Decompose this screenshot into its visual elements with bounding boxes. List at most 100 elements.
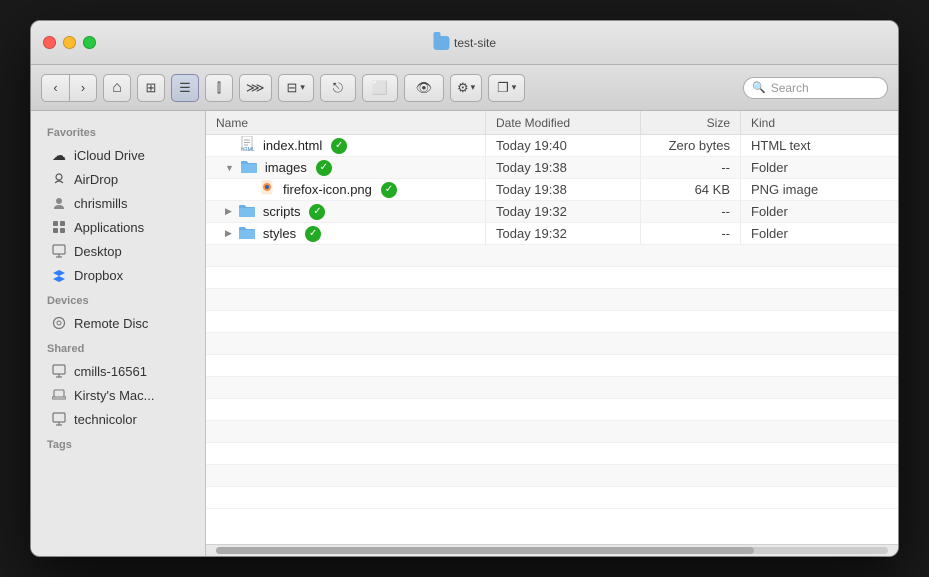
file-row-firefox-icon[interactable]: firefox-icon.png ✓ Today 19:38 64 KB PNG…	[206, 179, 898, 201]
search-icon: 🔍	[752, 81, 766, 94]
badge-button[interactable]: ⬜	[362, 74, 398, 102]
file-size-images: --	[641, 157, 741, 178]
server-icon	[51, 411, 67, 427]
file-row-empty-12	[206, 487, 898, 509]
file-row-empty-5	[206, 333, 898, 355]
search-placeholder: Search	[771, 81, 809, 95]
scrollbar-track	[216, 547, 888, 554]
file-row-empty-6	[206, 355, 898, 377]
file-date-index-html: Today 19:40	[486, 135, 641, 156]
sidebar-item-dropbox[interactable]: Dropbox	[35, 263, 201, 287]
tag-icon: ⬜	[372, 80, 388, 96]
status-ok-images: ✓	[316, 160, 332, 176]
home-button[interactable]: ⌂	[103, 74, 131, 102]
file-date-styles: Today 19:32	[486, 223, 641, 244]
main-area: Favorites ☁ iCloud Drive AirDrop	[31, 111, 898, 556]
search-box[interactable]: 🔍 Search	[743, 77, 888, 99]
file-name-text-index-html: index.html	[263, 138, 322, 153]
sidebar-item-applications[interactable]: Applications	[35, 215, 201, 239]
finder-window: test-site ‹ › ⌂ ⊞ ☰ ⫿ ⋙ ⊟ ▾	[30, 20, 899, 557]
action-button[interactable]: ⎋	[320, 74, 356, 102]
window-title-text: test-site	[454, 36, 496, 50]
view-column-button[interactable]: ⫿	[205, 74, 233, 102]
macbook-icon	[51, 387, 67, 403]
upload-icon: ⎋	[333, 80, 343, 96]
title-folder-icon	[433, 36, 449, 50]
home-icon: ⌂	[112, 79, 122, 97]
monitor-icon	[51, 363, 67, 379]
sidebar-item-technicolor[interactable]: technicolor	[35, 407, 201, 431]
back-icon: ‹	[53, 80, 57, 95]
file-row-empty-4	[206, 311, 898, 333]
file-list: HTML index.html ✓ Today 19:40 Zero bytes…	[206, 135, 898, 544]
file-row-empty-7	[206, 377, 898, 399]
file-name-styles: ▶ styles ✓	[206, 223, 486, 244]
file-name-text-images: images	[265, 160, 307, 175]
file-row-empty-3	[206, 289, 898, 311]
sidebar-icloud-label: iCloud Drive	[74, 148, 145, 163]
gear-chevron: ▾	[471, 82, 476, 93]
file-kind-styles: Folder	[741, 223, 898, 244]
view-list-button[interactable]: ☰	[171, 74, 199, 102]
coverflow-view-icon: ⋙	[246, 80, 265, 96]
sidebar-item-chrismills[interactable]: chrismills	[35, 191, 201, 215]
file-row-styles[interactable]: ▶ styles ✓ Today 19:32	[206, 223, 898, 245]
arrange-chevron: ▾	[300, 82, 305, 93]
maximize-button[interactable]	[83, 36, 96, 49]
file-row-images[interactable]: ▼ images ✓ Today 19:38	[206, 157, 898, 179]
file-size-firefox: 64 KB	[641, 179, 741, 200]
col-header-date[interactable]: Date Modified	[486, 111, 641, 134]
sidebar-technicolor-label: technicolor	[74, 412, 137, 427]
status-ok-styles: ✓	[305, 226, 321, 242]
view-icon-button[interactable]: ⊞	[137, 74, 165, 102]
file-row-empty-10	[206, 443, 898, 465]
arrange-button[interactable]: ⊟ ▾	[278, 74, 314, 102]
disclosure-images: ▼	[225, 163, 234, 173]
sidebar-applications-label: Applications	[74, 220, 144, 235]
sidebar-item-icloud[interactable]: ☁ iCloud Drive	[35, 143, 201, 167]
sidebar-item-airdrop[interactable]: AirDrop	[35, 167, 201, 191]
file-name-images: ▼ images ✓	[206, 157, 486, 178]
eye-button[interactable]: 👁	[404, 74, 444, 102]
sidebar-remotedisc-label: Remote Disc	[74, 316, 148, 331]
file-row-empty-11	[206, 465, 898, 487]
col-header-kind[interactable]: Kind	[741, 111, 898, 134]
sidebar-item-remotedisc[interactable]: Remote Disc	[35, 311, 201, 335]
file-pane: Name Date Modified Size Kind	[206, 111, 898, 556]
file-name-text-scripts: scripts	[263, 204, 301, 219]
col-header-size[interactable]: Size	[641, 111, 741, 134]
minimize-button[interactable]	[63, 36, 76, 49]
window-title: test-site	[433, 36, 496, 50]
user-icon	[51, 195, 67, 211]
view-coverflow-button[interactable]: ⋙	[239, 74, 272, 102]
sidebar-item-kirstysmac[interactable]: Kirsty's Mac...	[35, 383, 201, 407]
icloud-icon: ☁	[51, 147, 67, 163]
sidebar: Favorites ☁ iCloud Drive AirDrop	[31, 111, 206, 556]
file-kind-firefox: PNG image	[741, 179, 898, 200]
file-row-scripts[interactable]: ▶ scripts ✓ Today 19:32	[206, 201, 898, 223]
sidebar-chrismills-label: chrismills	[74, 196, 127, 211]
col-header-name[interactable]: Name	[206, 111, 486, 134]
back-button[interactable]: ‹	[41, 74, 69, 102]
scrollbar-thumb[interactable]	[216, 547, 754, 554]
disc-icon	[51, 315, 67, 331]
disclosure-styles: ▶	[225, 228, 232, 239]
sidebar-desktop-label: Desktop	[74, 244, 122, 259]
file-name-firefox-icon: firefox-icon.png ✓	[206, 179, 486, 200]
file-size-styles: --	[641, 223, 741, 244]
sidebar-airdrop-label: AirDrop	[74, 172, 118, 187]
favorites-label: Favorites	[31, 119, 205, 143]
forward-button[interactable]: ›	[69, 74, 97, 102]
file-name-scripts: ▶ scripts ✓	[206, 201, 486, 222]
gear-button[interactable]: ⚙ ▾	[450, 74, 482, 102]
file-date-images: Today 19:38	[486, 157, 641, 178]
dropbox-sidebar-icon	[51, 267, 67, 283]
sidebar-item-cmills16561[interactable]: cmills-16561	[35, 359, 201, 383]
file-row-index-html[interactable]: HTML index.html ✓ Today 19:40 Zero bytes…	[206, 135, 898, 157]
desktop-icon	[51, 243, 67, 259]
file-name-text-firefox: firefox-icon.png	[283, 182, 372, 197]
close-button[interactable]	[43, 36, 56, 49]
dropbox-button[interactable]: ❐ ▾	[488, 74, 525, 102]
sidebar-item-desktop[interactable]: Desktop	[35, 239, 201, 263]
applications-icon	[51, 219, 67, 235]
